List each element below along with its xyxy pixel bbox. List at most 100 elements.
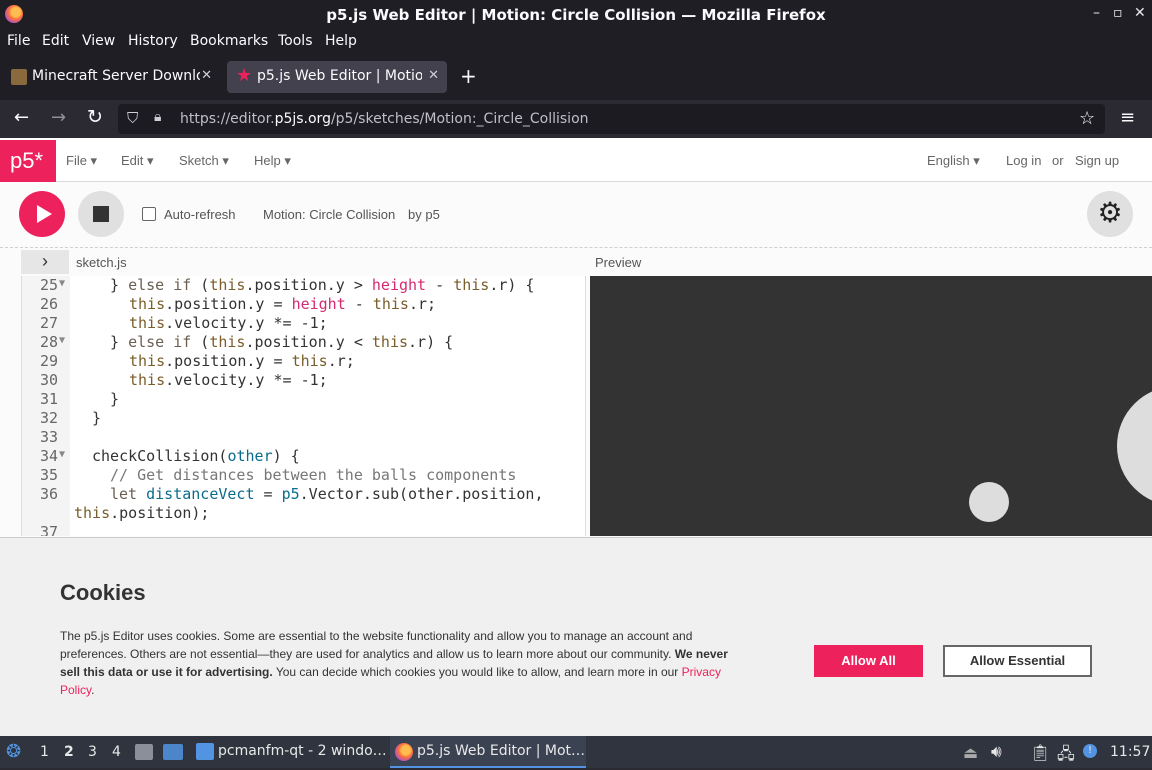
allow-all-button[interactable]: Allow All bbox=[814, 645, 923, 677]
line-number: 34 bbox=[39, 447, 58, 465]
p5-menu-help[interactable]: Help ▾ bbox=[254, 153, 291, 169]
small-ball bbox=[969, 482, 1009, 522]
code-line: checkCollision(other) { bbox=[92, 447, 300, 465]
url-bar[interactable]: ⛉ 🔒︎ https://editor.p5js.org/p5/sketches… bbox=[118, 104, 1105, 134]
task-pcmanfm[interactable]: pcmanfm-qt - 2 windo… bbox=[218, 743, 387, 759]
tab-minecraft[interactable]: Minecraft Server Downlo ✕ bbox=[2, 61, 220, 93]
task-firefox[interactable]: p5.js Web Editor | Mot… bbox=[390, 736, 586, 768]
start-menu-icon[interactable]: ❂ bbox=[6, 741, 21, 762]
preview-label: Preview bbox=[595, 255, 642, 270]
file-name: sketch.js bbox=[76, 255, 127, 270]
line-number: 30 bbox=[39, 371, 58, 389]
p5-menu-file[interactable]: File ▾ bbox=[66, 153, 97, 169]
p5-menu-sketch[interactable]: Sketch ▾ bbox=[179, 153, 229, 169]
code-line: this.velocity.y *= -1; bbox=[129, 371, 328, 389]
line-number: 27 bbox=[39, 314, 58, 332]
window-titlebar: p5.js Web Editor | Motion: Circle Collis… bbox=[0, 0, 1152, 30]
menu-tools[interactable]: Tools bbox=[278, 33, 313, 49]
large-ball bbox=[1117, 386, 1152, 506]
p5-menu-edit[interactable]: Edit ▾ bbox=[121, 153, 154, 169]
desktop-icon[interactable] bbox=[163, 744, 183, 760]
line-number: 29 bbox=[39, 352, 58, 370]
fold-icon[interactable]: ▼ bbox=[59, 278, 65, 289]
signup-link[interactable]: Sign up bbox=[1075, 153, 1119, 168]
taskbar: ❂ 1 2 3 4 pcmanfm-qt - 2 windo… p5.js We… bbox=[0, 736, 1152, 768]
new-tab-icon[interactable]: + bbox=[460, 64, 477, 88]
minimize-icon[interactable]: – bbox=[1093, 5, 1100, 21]
shield-icon[interactable]: ⛉ bbox=[127, 109, 138, 127]
menu-history[interactable]: History bbox=[128, 33, 178, 49]
code-line: this.position.y = height - this.r; bbox=[129, 295, 437, 313]
stop-button[interactable] bbox=[78, 191, 124, 237]
workspace-2[interactable]: 2 bbox=[64, 744, 74, 760]
hamburger-menu-icon[interactable]: ≡ bbox=[1120, 107, 1135, 128]
menu-help[interactable]: Help bbox=[325, 33, 357, 49]
tray-upload-icon[interactable]: ⏏ bbox=[963, 743, 978, 762]
clock[interactable]: 11:57 bbox=[1110, 744, 1150, 760]
tab-label: Minecraft Server Downlo bbox=[32, 68, 200, 84]
line-number: 37 bbox=[39, 523, 58, 536]
workspace-4[interactable]: 4 bbox=[112, 744, 121, 760]
volume-icon[interactable]: 🔊︎ bbox=[991, 742, 1002, 762]
menu-edit[interactable]: Edit bbox=[42, 33, 69, 49]
lock-icon[interactable]: 🔒︎ bbox=[154, 109, 161, 125]
or-text: or bbox=[1052, 153, 1064, 168]
fold-icon[interactable]: ▼ bbox=[59, 449, 65, 460]
notification-icon[interactable]: ! bbox=[1083, 744, 1097, 758]
p5-toolbar: Auto-refresh Motion: Circle Collision by… bbox=[0, 183, 1152, 248]
workspace-3[interactable]: 3 bbox=[88, 744, 97, 760]
clipboard-icon[interactable]: 📋︎ bbox=[1030, 743, 1050, 762]
language-select[interactable]: English ▾ bbox=[927, 153, 980, 169]
menu-view[interactable]: View bbox=[82, 33, 115, 49]
close-tab-icon[interactable]: ✕ bbox=[201, 68, 212, 83]
code-comment: // Get distances between the balls compo… bbox=[110, 466, 517, 484]
sketch-name[interactable]: Motion: Circle Collision bbox=[263, 207, 395, 222]
file-manager-launcher-icon[interactable] bbox=[135, 744, 153, 760]
reload-icon[interactable]: ↻ bbox=[87, 106, 103, 128]
cookie-title: Cookies bbox=[60, 580, 146, 605]
url-text[interactable]: https://editor.p5js.org/p5/sketches/Moti… bbox=[180, 111, 589, 127]
settings-gear-icon[interactable]: ⚙ bbox=[1087, 191, 1133, 237]
close-tab-icon[interactable]: ✕ bbox=[428, 68, 439, 83]
folder-icon bbox=[196, 743, 214, 760]
sketch-owner: by p5 bbox=[408, 207, 440, 222]
line-number-gutter: 25 ▼ 26 27 28 ▼ 29 30 31 32 33 34 ▼ 35 36 3… bbox=[22, 276, 70, 536]
menu-bookmarks[interactable]: Bookmarks bbox=[190, 33, 268, 49]
line-number: 35 bbox=[39, 466, 58, 484]
code-line-wrap: this.position); bbox=[74, 504, 210, 522]
allow-essential-button[interactable]: Allow Essential bbox=[943, 645, 1092, 677]
code-line: let distanceVect = p5.Vector.sub(other.p… bbox=[110, 485, 544, 503]
fold-icon[interactable]: ▼ bbox=[59, 335, 65, 346]
line-number: 26 bbox=[39, 295, 58, 313]
login-link[interactable]: Log in bbox=[1006, 153, 1041, 168]
p5-favicon-icon: ★ bbox=[236, 65, 253, 86]
code-line: } bbox=[92, 409, 102, 427]
auto-refresh-checkbox[interactable] bbox=[142, 207, 156, 221]
menu-file[interactable]: File bbox=[7, 33, 30, 49]
line-number: 33 bbox=[39, 428, 58, 446]
tab-label: p5.js Web Editor | Motion bbox=[257, 68, 422, 84]
p5-logo[interactable]: p5* bbox=[0, 140, 56, 182]
line-number: 31 bbox=[39, 390, 58, 408]
task-label: p5.js Web Editor | Mot… bbox=[417, 743, 586, 759]
close-window-icon[interactable]: ✕ bbox=[1134, 5, 1146, 21]
network-icon[interactable]: 🖧 bbox=[1057, 743, 1075, 770]
workspace-1[interactable]: 1 bbox=[40, 744, 49, 760]
code-line: } bbox=[110, 390, 120, 408]
cookie-banner: Cookies The p5.js Editor uses cookies. S… bbox=[0, 537, 1152, 736]
forward-icon[interactable]: → bbox=[51, 107, 66, 128]
maximize-icon[interactable]: ▫ bbox=[1113, 5, 1123, 21]
tab-p5-editor[interactable]: ★ p5.js Web Editor | Motion ✕ bbox=[227, 61, 447, 93]
line-number: 36 bbox=[39, 485, 58, 503]
expand-sidebar-icon[interactable]: › bbox=[21, 250, 69, 274]
line-number: 25 bbox=[39, 276, 58, 294]
back-icon[interactable]: ← bbox=[14, 107, 29, 128]
code-editor[interactable]: 25 ▼ 26 27 28 ▼ 29 30 31 32 33 34 ▼ 35 36 3… bbox=[21, 276, 586, 536]
line-number: 28 bbox=[39, 333, 58, 351]
minecraft-favicon-icon bbox=[11, 69, 27, 85]
play-button[interactable] bbox=[19, 191, 65, 237]
sketch-preview-canvas[interactable] bbox=[590, 276, 1152, 536]
window-title: p5.js Web Editor | Motion: Circle Collis… bbox=[326, 6, 826, 24]
bookmark-star-icon[interactable]: ☆ bbox=[1079, 108, 1095, 129]
code-line: this.velocity.y *= -1; bbox=[129, 314, 328, 332]
